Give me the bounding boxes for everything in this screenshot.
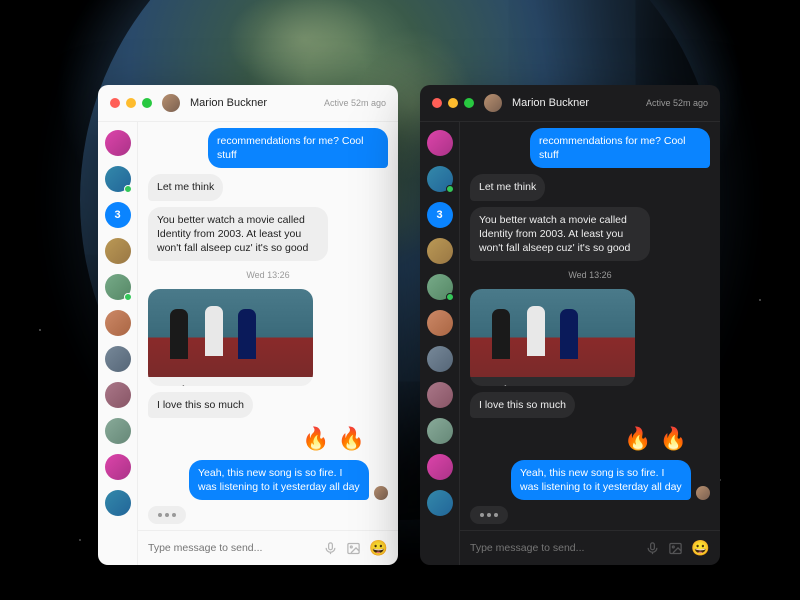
conversation-avatar[interactable] [105,238,131,264]
conversation-avatar[interactable] [427,274,453,300]
conversation-avatar[interactable] [105,418,131,444]
link-preview-card[interactable]: Gucci Mane, Bruno Mars, Kodak Black - Wa… [470,289,635,386]
microphone-icon[interactable] [645,541,660,556]
link-preview-card[interactable]: Gucci Mane, Bruno Mars, Kodak Black - Wa… [148,289,313,386]
conversation-avatar[interactable] [427,382,453,408]
conversation-avatar[interactable] [105,130,131,156]
window-controls [110,98,152,108]
message-received[interactable]: Let me think [148,174,223,200]
chat-pane: recommendations for me? Cool stuff Let m… [138,122,398,565]
conversation-avatar[interactable] [427,490,453,516]
image-icon[interactable] [668,541,683,556]
header-name: Marion Buckner [190,97,267,109]
online-indicator-icon [124,293,132,301]
header-status: Active 52m ago [324,98,386,108]
header-avatar[interactable] [162,94,180,112]
image-icon[interactable] [346,541,361,556]
online-indicator-icon [446,293,454,301]
reaction-emojis[interactable]: 🔥🔥 [302,424,373,454]
typing-indicator [470,506,508,524]
conversation-avatar[interactable] [427,418,453,444]
chat-window-dark: Marion Buckner Active 52m ago 3 recommen… [420,85,720,565]
online-indicator-icon [124,185,132,193]
timestamp: Wed 13:26 [148,269,388,281]
link-thumbnail [148,289,313,377]
timestamp: Wed 13:26 [470,269,710,281]
message-sent[interactable]: Yeah, this new song is so fire. I was li… [511,460,691,500]
conversation-avatar[interactable] [105,382,131,408]
conversation-rail: 3 [420,122,460,565]
read-receipt-avatar [374,486,388,500]
typing-indicator [148,506,186,524]
link-title: Gucci Mane, Bruno Mars, Kodak Black - Wa… [157,384,304,386]
link-thumbnail [470,289,635,377]
close-icon[interactable] [110,98,120,108]
message-received[interactable]: Let me think [470,174,545,200]
microphone-icon[interactable] [323,541,338,556]
link-title: Gucci Mane, Bruno Mars, Kodak Black - Wa… [479,384,626,386]
message-received[interactable]: I love this so much [470,392,575,418]
unread-badge[interactable]: 3 [105,202,131,228]
message-input[interactable] [470,542,637,554]
reaction-emojis[interactable]: 🔥🔥 [624,424,695,454]
emoji-picker-icon[interactable]: 😀 [369,539,388,557]
zoom-icon[interactable] [142,98,152,108]
header-avatar[interactable] [484,94,502,112]
chat-pane: recommendations for me? Cool stuff Let m… [460,122,720,565]
messages-scroll[interactable]: recommendations for me? Cool stuff Let m… [138,122,398,530]
conversation-avatar[interactable] [105,490,131,516]
message-received[interactable]: I love this so much [148,392,253,418]
window-controls [432,98,474,108]
chat-window-light: Marion Buckner Active 52m ago 3 recommen… [98,85,398,565]
message-received[interactable]: You better watch a movie called Identity… [148,207,328,262]
conversation-avatar[interactable] [105,454,131,480]
message-composer: 😀 [138,530,398,565]
message-input[interactable] [148,542,315,554]
conversation-avatar[interactable] [427,310,453,336]
conversation-avatar[interactable] [105,346,131,372]
conversation-avatar[interactable] [105,166,131,192]
minimize-icon[interactable] [126,98,136,108]
titlebar: Marion Buckner Active 52m ago [420,85,720,122]
message-sent[interactable]: Yeah, this new song is so fire. I was li… [189,460,369,500]
messages-scroll[interactable]: recommendations for me? Cool stuff Let m… [460,122,720,530]
conversation-avatar[interactable] [427,454,453,480]
message-sent[interactable]: recommendations for me? Cool stuff [530,128,710,168]
message-sent[interactable]: recommendations for me? Cool stuff [208,128,388,168]
conversation-avatar[interactable] [427,346,453,372]
conversation-avatar[interactable] [427,238,453,264]
minimize-icon[interactable] [448,98,458,108]
conversation-rail: 3 [98,122,138,565]
message-composer: 😀 [460,530,720,565]
close-icon[interactable] [432,98,442,108]
online-indicator-icon [446,185,454,193]
emoji-picker-icon[interactable]: 😀 [691,539,710,557]
header-name: Marion Buckner [512,97,589,109]
header-status: Active 52m ago [646,98,708,108]
conversation-avatar[interactable] [105,274,131,300]
unread-badge[interactable]: 3 [427,202,453,228]
conversation-avatar[interactable] [427,166,453,192]
message-received[interactable]: You better watch a movie called Identity… [470,207,650,262]
conversation-avatar[interactable] [105,310,131,336]
titlebar: Marion Buckner Active 52m ago [98,85,398,122]
conversation-avatar[interactable] [427,130,453,156]
read-receipt-avatar [696,486,710,500]
zoom-icon[interactable] [464,98,474,108]
